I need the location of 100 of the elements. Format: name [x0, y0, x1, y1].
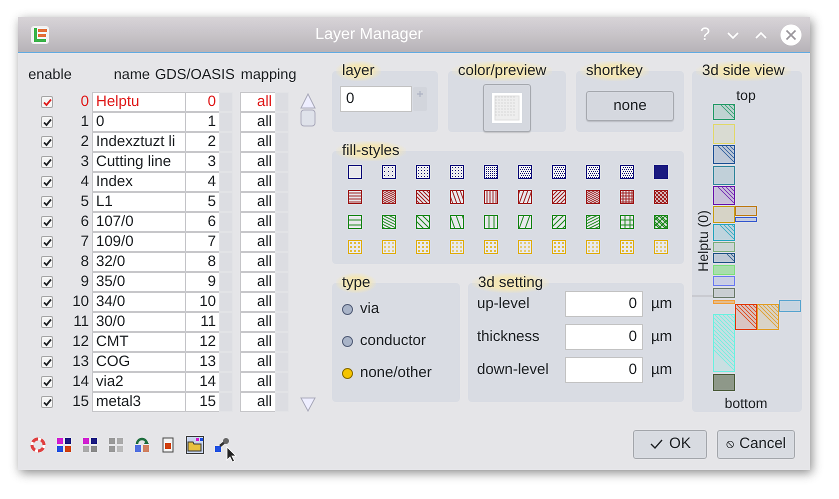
close-button[interactable]	[780, 24, 802, 46]
radio-button[interactable]	[342, 368, 353, 378]
mapping-field[interactable]: all	[240, 272, 275, 292]
name-field[interactable]: 0	[92, 112, 185, 132]
dialog-button[interactable]: OK	[633, 430, 707, 459]
gds-field[interactable]: 3	[185, 152, 219, 172]
shortkey-button[interactable]: none	[586, 91, 674, 121]
name-field[interactable]: 35/0	[92, 272, 185, 292]
number-field[interactable]: 0	[565, 291, 643, 317]
fill-style-swatch[interactable]	[450, 165, 464, 179]
gds-field[interactable]: 1	[185, 112, 219, 132]
fill-style-swatch[interactable]	[416, 165, 430, 179]
gds-field[interactable]: 6	[185, 212, 219, 232]
enable-checkbox[interactable]	[41, 96, 53, 108]
name-field[interactable]: L1	[92, 192, 185, 212]
enable-checkbox[interactable]	[41, 216, 53, 228]
fill-style-swatch[interactable]	[348, 215, 362, 229]
fill-style-swatch[interactable]	[484, 190, 498, 204]
gds-field[interactable]: 7	[185, 232, 219, 252]
enable-checkbox[interactable]	[41, 156, 53, 168]
gds-field[interactable]: 2	[185, 132, 219, 152]
fill-style-swatch[interactable]	[416, 240, 430, 254]
mapping-field[interactable]: all	[240, 332, 275, 352]
fill-style-swatch[interactable]	[382, 165, 396, 179]
name-field[interactable]: Indexztuzt li	[92, 132, 185, 152]
mapping-field[interactable]: all	[240, 232, 275, 252]
mapping-field[interactable]: all	[240, 172, 275, 192]
mapping-field[interactable]: all	[240, 292, 275, 312]
color-grid-icon[interactable]	[82, 436, 98, 452]
name-field[interactable]: Index	[92, 172, 185, 192]
fill-style-swatch[interactable]	[552, 165, 566, 179]
fill-style-swatch[interactable]	[552, 190, 566, 204]
fill-style-swatch[interactable]	[552, 215, 566, 229]
name-field[interactable]: 34/0	[92, 292, 185, 312]
mapping-field[interactable]: all	[240, 352, 275, 372]
gds-field[interactable]: 4	[185, 172, 219, 192]
mapping-field[interactable]: all	[240, 112, 275, 132]
fill-style-swatch[interactable]	[654, 190, 668, 204]
number-field[interactable]: 0	[565, 324, 643, 350]
gds-field[interactable]: 14	[185, 372, 219, 392]
enable-checkbox[interactable]	[41, 136, 53, 148]
radio-button[interactable]	[342, 336, 353, 346]
fill-style-swatch[interactable]	[382, 190, 396, 204]
fill-style-swatch[interactable]	[348, 190, 362, 204]
enable-checkbox[interactable]	[41, 256, 53, 268]
gds-field[interactable]: 13	[185, 352, 219, 372]
mapping-field[interactable]: all	[240, 392, 275, 412]
color-grid-icon[interactable]	[56, 436, 72, 452]
enable-checkbox[interactable]	[41, 196, 53, 208]
refresh-icon[interactable]	[134, 436, 150, 452]
mapping-field[interactable]: all	[240, 372, 275, 392]
fill-style-swatch[interactable]	[586, 165, 600, 179]
name-field[interactable]: 32/0	[92, 252, 185, 272]
enable-checkbox[interactable]	[41, 176, 53, 188]
name-field[interactable]: CMT	[92, 332, 185, 352]
mapping-field[interactable]: all	[240, 152, 275, 172]
lifebuoy-icon[interactable]	[30, 436, 46, 452]
name-field[interactable]: 107/0	[92, 212, 185, 232]
gds-field[interactable]: 11	[185, 312, 219, 332]
scroll-down-arrow-icon[interactable]	[300, 396, 316, 412]
gds-field[interactable]: 12	[185, 332, 219, 352]
fill-style-swatch[interactable]	[484, 215, 498, 229]
fill-style-swatch[interactable]	[382, 215, 396, 229]
number-field[interactable]: 0	[565, 357, 643, 383]
fill-style-swatch[interactable]	[586, 215, 600, 229]
mapping-field[interactable]: all	[240, 312, 275, 332]
mapping-field[interactable]: all	[240, 132, 275, 152]
name-field[interactable]: 30/0	[92, 312, 185, 332]
fill-style-swatch[interactable]	[620, 190, 634, 204]
fill-style-swatch[interactable]	[620, 215, 634, 229]
enable-checkbox[interactable]	[41, 296, 53, 308]
fill-style-swatch[interactable]	[654, 240, 668, 254]
fill-style-swatch[interactable]	[654, 215, 668, 229]
scrollbar-thumb[interactable]	[300, 92, 316, 128]
layer-input[interactable]: 0	[340, 86, 412, 112]
gds-field[interactable]: 8	[185, 252, 219, 272]
fill-style-swatch[interactable]	[348, 240, 362, 254]
enable-checkbox[interactable]	[41, 396, 53, 408]
enable-checkbox[interactable]	[41, 316, 53, 328]
name-field[interactable]: Helptu	[92, 92, 185, 112]
dialog-button[interactable]: Cancel	[717, 430, 795, 459]
document-icon[interactable]	[160, 436, 176, 452]
name-field[interactable]: Cutting line	[92, 152, 185, 172]
gds-field[interactable]: 5	[185, 192, 219, 212]
enable-checkbox[interactable]	[41, 376, 53, 388]
fill-style-swatch[interactable]	[620, 240, 634, 254]
enable-checkbox[interactable]	[41, 356, 53, 368]
fill-style-swatch[interactable]	[484, 165, 498, 179]
gds-field[interactable]: 0	[185, 92, 219, 112]
gds-field[interactable]: 15	[185, 392, 219, 412]
fill-style-swatch[interactable]	[654, 165, 668, 179]
radio-button[interactable]	[342, 304, 353, 314]
fill-style-swatch[interactable]	[416, 190, 430, 204]
mapping-field[interactable]: all	[240, 192, 275, 212]
fill-style-swatch[interactable]	[586, 240, 600, 254]
name-field[interactable]: COG	[92, 352, 185, 372]
fill-style-swatch[interactable]	[450, 240, 464, 254]
fill-style-swatch[interactable]	[348, 165, 362, 179]
color-preview-button[interactable]	[483, 84, 531, 132]
enable-checkbox[interactable]	[41, 276, 53, 288]
